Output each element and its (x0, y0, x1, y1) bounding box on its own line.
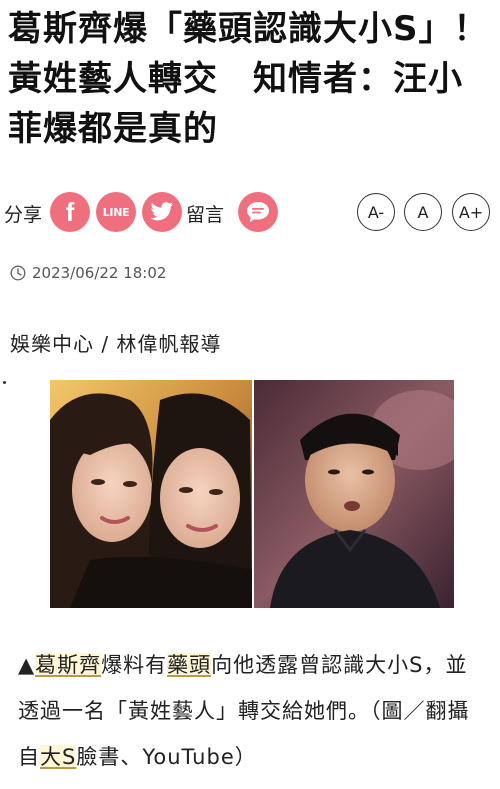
clock-icon (10, 265, 26, 281)
caption-prefix: ▲ (18, 653, 36, 677)
font-increase-button[interactable]: A+ (452, 193, 490, 231)
facebook-icon: f (65, 196, 75, 227)
publish-date: 2023/06/22 18:02 (10, 262, 166, 284)
caption-link-big-s[interactable]: 大S (40, 745, 77, 769)
comment-icon (247, 202, 269, 222)
photo-caption: ▲葛斯齊爆料有藥頭向他透露曾認識大小S，並透過一名「黃姓藝人」轉交給她們。（圖／… (18, 642, 488, 780)
facebook-share-button[interactable]: f (50, 192, 90, 232)
caption-text-1: 爆料有 (101, 653, 168, 677)
bullet-dot (3, 381, 6, 384)
font-decrease-button[interactable]: A- (357, 193, 395, 231)
share-toolbar: 分享 f LINE 留言 A- A A+ (0, 190, 500, 234)
publish-date-text: 2023/06/22 18:02 (32, 264, 167, 282)
caption-link-ge-siqi[interactable]: 葛斯齊 (35, 653, 102, 677)
share-label: 分享 (4, 204, 43, 226)
caption-link-drug-dealer[interactable]: 藥頭 (167, 653, 212, 677)
comment-button[interactable] (238, 192, 278, 232)
twitter-icon (150, 202, 173, 221)
article-photo (50, 380, 454, 608)
article-byline: 娛樂中心 / 林偉帆報導 (10, 332, 222, 356)
line-icon: LINE (102, 205, 130, 219)
twitter-share-button[interactable] (142, 192, 182, 232)
article-headline: 葛斯齊爆「藥頭認識大小S」！黃姓藝人轉交 知情者：汪小菲爆都是真的 (8, 9, 489, 149)
article-photo-illustration (50, 380, 454, 608)
caption-text-3: 臉書、YouTube） (76, 745, 257, 769)
comment-label: 留言 (186, 204, 225, 226)
font-reset-button[interactable]: A (404, 193, 442, 231)
line-share-button[interactable]: LINE (96, 192, 136, 232)
